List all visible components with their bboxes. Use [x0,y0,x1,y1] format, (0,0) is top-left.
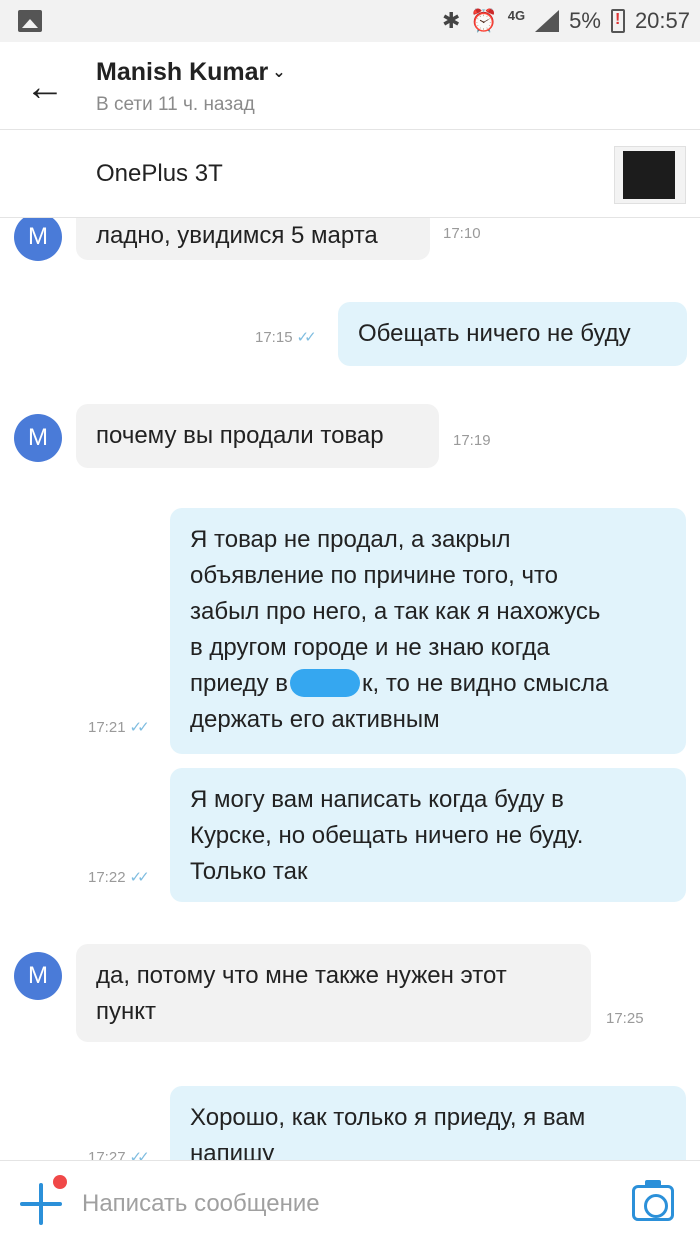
battery-percent: 5% [569,8,601,33]
incoming-message[interactable]: почему вы продали товар [76,404,439,468]
message-time: 17:27 [88,1149,126,1160]
message-text: ладно, увидимся 5 марта [96,222,378,249]
read-ticks-icon: ✓✓ [129,719,150,736]
message-text: к, то не видно смысла [362,670,609,697]
message-line: да, потому что мне также нужен этот [96,962,507,989]
incoming-message[interactable]: да, потому что мне также нужен этот пунк… [76,944,591,1042]
message-line: Я товар не продал, а закрыл [190,526,511,553]
chevron-down-icon[interactable]: ⌄ [272,64,285,81]
message-line: объявление по причине того, что [190,562,559,589]
alarm-icon: ⏰ [470,8,498,33]
message-line: Курске, но обещать ничего не буду. [190,822,584,849]
outgoing-message[interactable]: Хорошо, как только я приеду, я вам напиш… [170,1086,686,1160]
back-arrow-icon[interactable]: ← [20,64,70,114]
message-time: 17:22 [88,869,126,886]
message-input[interactable] [82,1183,602,1225]
message-line: в другом городе и не знаю когда [190,634,550,661]
message-line: Хорошо, как только я приеду, я вам [190,1104,586,1131]
bluetooth-icon: ✱ [441,8,461,33]
message-time-row: 17:15 ✓✓ [255,328,317,346]
message-line: напишу [190,1140,275,1160]
message-time: 17:19 [453,432,491,449]
message-text: приеду в [190,670,288,697]
message-time: 17:15 [255,329,293,346]
image-icon [18,10,42,32]
outgoing-message[interactable]: Я могу вам написать когда буду в Курске,… [170,768,686,902]
message-text: Обещать ничего не буду [358,320,631,347]
battery-icon [610,9,625,33]
listing-thumbnail[interactable] [614,146,686,204]
message-line: забыл про него, а так как я нахожусь [190,598,601,625]
message-line: Я могу вам написать когда буду в [190,786,564,813]
avatar[interactable]: M [14,218,62,261]
last-seen-status: В сети 11 ч. назад [96,94,255,115]
incoming-message[interactable]: ладно, увидимся 5 марта [76,218,430,260]
status-bar: ✱ ⏰ 4G 5% 20:57 [0,0,700,42]
message-time-row: 17:27 ✓✓ [88,1148,150,1160]
outgoing-message[interactable]: Я товар не продал, а закрыл объявление п… [170,508,686,754]
message-line: Только так [190,858,308,885]
message-time-row: 17:22 ✓✓ [88,868,150,886]
message-time: 17:25 [606,1010,644,1027]
message-line: пункт [96,998,157,1025]
message-line: держать его активным [190,706,440,733]
notification-dot [53,1175,67,1189]
network-type: 4G [507,7,526,23]
read-ticks-icon: ✓✓ [129,1149,150,1160]
message-time: 17:21 [88,719,126,736]
status-icons: ✱ ⏰ 4G 5% 20:57 [442,0,690,42]
message-composer [0,1160,700,1244]
outgoing-message[interactable]: Обещать ничего не буду [338,302,687,366]
listing-title[interactable]: OnePlus 3T [96,160,223,188]
message-time-row: 17:21 ✓✓ [88,718,150,736]
contact-name-text: Manish Kumar [96,58,269,86]
chat-header: ← Manish Kumar ⌄ В сети 11 ч. назад [0,42,700,130]
contact-name[interactable]: Manish Kumar ⌄ [96,58,286,87]
message-line: приеду в к, то не видно смысла [190,666,666,702]
read-ticks-icon: ✓✓ [129,869,150,886]
read-ticks-icon: ✓✓ [296,329,317,346]
clock: 20:57 [634,8,690,33]
listing-bar[interactable]: OnePlus 3T [0,130,700,218]
signal-icon [535,10,560,32]
message-list[interactable]: M ладно, увидимся 5 марта 17:10 17:15 ✓✓ … [0,218,700,1160]
avatar[interactable]: M [14,952,62,1000]
message-text: почему вы продали товар [96,422,384,449]
message-time: 17:10 [443,225,481,242]
camera-icon[interactable] [632,1180,674,1221]
avatar[interactable]: M [14,414,62,462]
redaction-mark [290,668,360,697]
